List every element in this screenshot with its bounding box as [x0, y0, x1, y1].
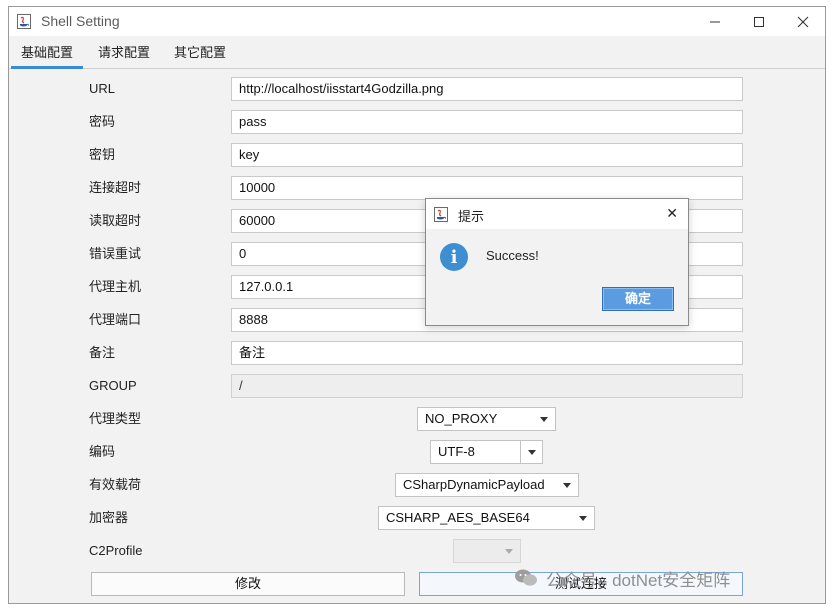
password-input[interactable]: pass	[231, 110, 743, 134]
proxy-host-label: 代理主机	[89, 279, 142, 294]
payload-select[interactable]: CSharpDynamicPayload	[395, 473, 579, 497]
password-label: 密码	[89, 114, 116, 129]
dialog-close-icon[interactable]: ✕	[666, 205, 678, 222]
secret-key-input[interactable]: key	[231, 143, 743, 167]
java-cup-icon	[17, 14, 31, 29]
dialog-title-bar[interactable]: 提示 ✕	[426, 199, 688, 229]
retry-label: 错误重试	[89, 246, 142, 261]
watermark: 公众号 · dotNet安全矩阵	[514, 566, 730, 590]
c2profile-label: C2Profile	[89, 543, 143, 558]
java-cup-icon	[434, 207, 448, 222]
maximize-icon	[754, 16, 764, 27]
cryption-value: CSHARP_AES_BASE64	[386, 510, 530, 525]
tab-basic-config[interactable]: 基础配置	[11, 36, 83, 69]
close-icon	[797, 16, 809, 27]
proxy-type-select[interactable]: NO_PROXY	[417, 407, 556, 431]
chevron-down-icon[interactable]	[520, 441, 542, 463]
read-timeout-label: 读取超时	[89, 213, 142, 228]
cryption-label: 加密器	[89, 510, 129, 525]
secret-key-label: 密钥	[89, 147, 116, 162]
connect-timeout-label: 连接超时	[89, 180, 142, 195]
remark-input[interactable]: 备注	[231, 341, 743, 365]
tab-bar: 基础配置 请求配置 其它配置	[9, 36, 825, 69]
dialog-message: Success!	[486, 248, 539, 263]
chevron-down-icon	[572, 507, 594, 529]
cryption-select[interactable]: CSHARP_AES_BASE64	[378, 506, 595, 530]
proxy-type-label: 代理类型	[89, 411, 142, 426]
connect-timeout-input[interactable]: 10000	[231, 176, 743, 200]
close-button[interactable]	[781, 7, 825, 36]
watermark-text: 公众号 · dotNet安全矩阵	[546, 570, 731, 590]
encoding-select[interactable]: UTF-8	[430, 440, 543, 464]
maximize-button[interactable]	[737, 7, 781, 36]
payload-label: 有效载荷	[89, 477, 142, 492]
chevron-down-icon	[556, 474, 578, 496]
encoding-label: 编码	[89, 444, 116, 459]
window-title: Shell Setting	[41, 13, 120, 29]
payload-value: CSharpDynamicPayload	[403, 477, 545, 492]
chevron-down-icon	[498, 540, 520, 562]
info-icon: i	[440, 243, 468, 271]
remark-label: 备注	[89, 345, 116, 360]
wechat-icon	[515, 569, 537, 586]
proxy-port-label: 代理端口	[89, 312, 142, 327]
proxy-type-value: NO_PROXY	[425, 411, 498, 426]
group-label: GROUP	[89, 378, 137, 393]
tab-request-config[interactable]: 请求配置	[89, 36, 159, 69]
shell-setting-window: Shell Setting 基础配置 请求配置 其它配置 URL http://…	[8, 6, 826, 604]
minimize-icon	[710, 21, 720, 22]
encoding-value: UTF-8	[438, 444, 475, 459]
chevron-down-icon	[533, 408, 555, 430]
url-label: URL	[89, 81, 116, 96]
ok-button[interactable]: 确定	[602, 287, 674, 311]
dialog-title: 提示	[458, 209, 485, 224]
group-input: /	[231, 374, 743, 398]
title-bar[interactable]: Shell Setting	[9, 7, 825, 36]
modify-button[interactable]: 修改	[91, 572, 405, 596]
c2profile-select	[453, 539, 521, 563]
message-dialog: 提示 ✕ i Success! 确定	[425, 198, 689, 326]
minimize-button[interactable]	[693, 7, 737, 36]
tab-other-config[interactable]: 其它配置	[165, 36, 235, 69]
url-input[interactable]: http://localhost/iisstart4Godzilla.png	[231, 77, 743, 101]
